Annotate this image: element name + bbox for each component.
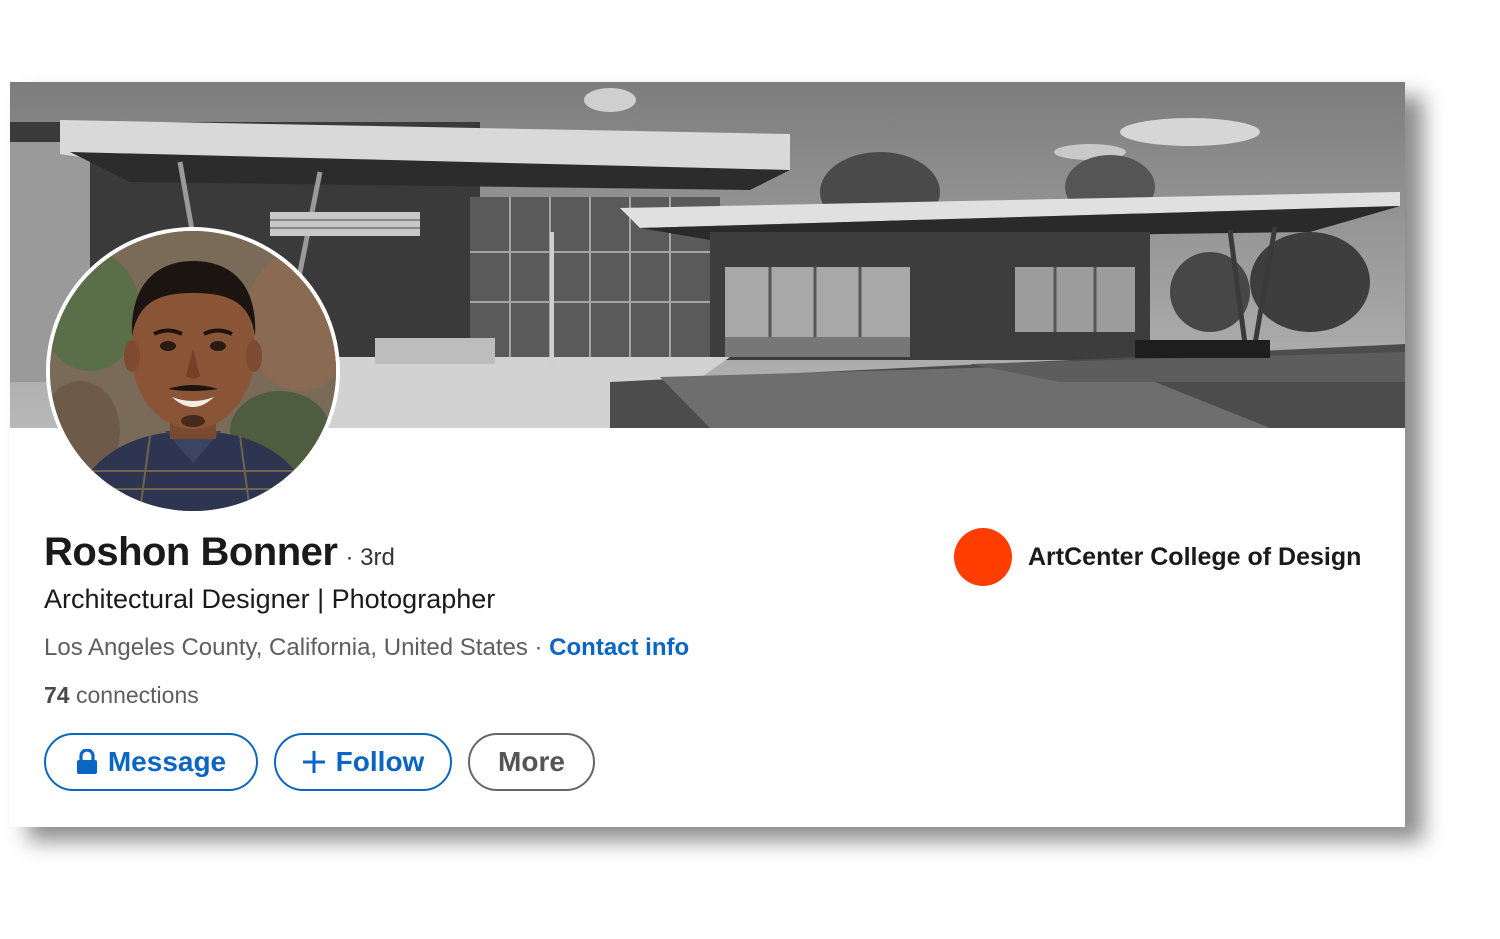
location-separator: · (527, 634, 550, 661)
message-label: Message (107, 746, 227, 777)
message-button[interactable]: Message (44, 733, 258, 791)
profile-location: Los Angeles County, California, United S… (44, 634, 528, 661)
school-logo-icon (954, 528, 1012, 586)
avatar-portrait-illustration (50, 231, 336, 511)
lock-icon (76, 749, 98, 775)
more-label: More (498, 746, 565, 777)
profile-card: Roshon Bonner · 3rd Architectural Design… (10, 82, 1405, 827)
more-button[interactable]: More (468, 733, 595, 791)
connection-degree: · 3rd (345, 544, 395, 571)
plus-icon (302, 750, 326, 774)
connections-number: 74 (44, 682, 70, 708)
profile-name: Roshon Bonner (44, 530, 338, 574)
avatar[interactable] (46, 227, 340, 515)
profile-actions: Message Follow More (44, 733, 595, 791)
location-row: Los Angeles County, California, United S… (44, 634, 689, 662)
follow-label: Follow (335, 746, 425, 777)
name-row: Roshon Bonner · 3rd (44, 530, 395, 575)
connections-label: connections (69, 682, 199, 708)
education-link[interactable]: ArtCenter College of Design (954, 528, 1361, 586)
profile-headline: Architectural Designer | Photographer (44, 584, 496, 614)
school-name: ArtCenter College of Design (1028, 542, 1362, 571)
contact-info-link[interactable]: Contact info (549, 634, 689, 661)
connections-count[interactable]: 74 connections (44, 682, 199, 709)
follow-button[interactable]: Follow (274, 733, 452, 791)
